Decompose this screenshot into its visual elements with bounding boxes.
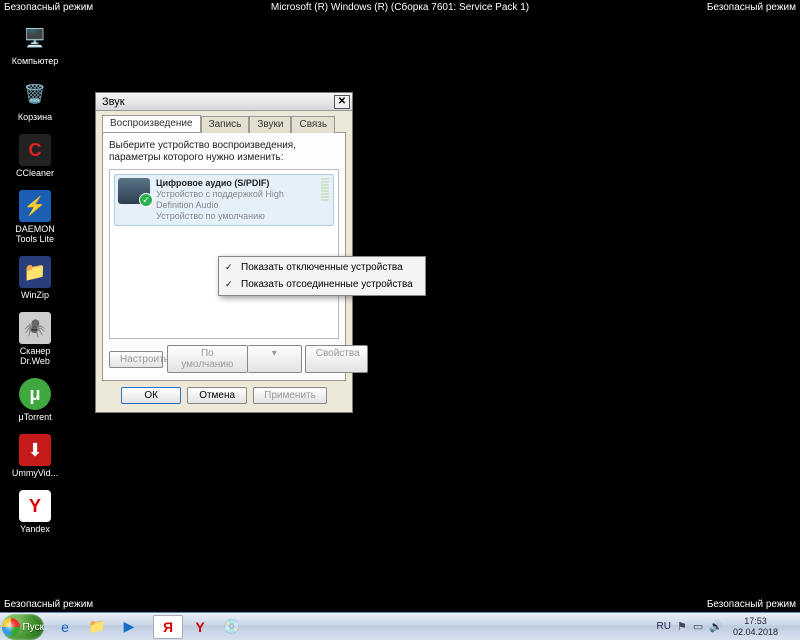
desktop-icon-computer[interactable]: 🖥️Компьютер xyxy=(5,22,65,66)
desktop-icon-ccleaner[interactable]: CCCleaner xyxy=(5,134,65,178)
desktop-icon-drweb[interactable]: 🕷️Сканер Dr.Web xyxy=(5,312,65,366)
device-item-spdif[interactable]: Цифровое аудио (S/PDIF) Устройство с под… xyxy=(114,174,334,226)
window-title: Звук xyxy=(102,96,125,108)
windows-orb-icon xyxy=(2,618,20,636)
quick-launch: e 📁 ▶ Я Y 💿 xyxy=(46,613,251,640)
apply-button: Применить xyxy=(253,387,327,404)
tab-recording[interactable]: Запись xyxy=(201,116,250,133)
start-button[interactable]: Пуск xyxy=(2,614,44,640)
desktop-icon-yandex[interactable]: YYandex xyxy=(5,490,65,534)
taskbar: Пуск e 📁 ▶ Я Y 💿 RU ⚑ ▭ 🔊 17:53 02.04.20… xyxy=(0,612,800,640)
desktop-icon-utorrent[interactable]: μμTorrent xyxy=(5,378,65,422)
tab-sounds[interactable]: Звуки xyxy=(249,116,291,133)
taskbar-explorer-icon[interactable]: 📁 xyxy=(82,615,112,639)
device-driver: Устройство с поддержкой High Definition … xyxy=(156,189,314,211)
start-label: Пуск xyxy=(23,622,44,633)
properties-button: Свойства xyxy=(305,345,368,373)
taskbar-disc-icon[interactable]: 💿 xyxy=(217,615,247,639)
ok-button[interactable]: ОК xyxy=(121,387,181,404)
configure-button: Настроить xyxy=(109,351,163,368)
tray-action-center-icon[interactable]: ▭ xyxy=(693,620,703,633)
system-tray: RU ⚑ ▭ 🔊 17:53 02.04.2018 xyxy=(653,613,800,640)
set-default-button: По умолчанию xyxy=(167,345,248,373)
instruction-text: Выберите устройство воспроизведения, пар… xyxy=(109,140,339,164)
clock-time: 17:53 xyxy=(733,616,778,627)
tab-communications[interactable]: Связь xyxy=(291,116,335,133)
device-name: Цифровое аудио (S/PDIF) xyxy=(156,178,314,189)
clock[interactable]: 17:53 02.04.2018 xyxy=(729,616,782,638)
titlebar[interactable]: Звук ✕ xyxy=(96,93,352,111)
taskbar-wmp-icon[interactable]: ▶ xyxy=(114,615,144,639)
tab-strip: Воспроизведение Запись Звуки Связь xyxy=(96,111,352,132)
desktop-icon-winzip[interactable]: 📁WinZip xyxy=(5,256,65,300)
set-default-dropdown: ▾ xyxy=(248,345,302,373)
clock-date: 02.04.2018 xyxy=(733,627,778,638)
desktop-icon-recyclebin[interactable]: 🗑️Корзина xyxy=(5,78,65,122)
language-indicator[interactable]: RU xyxy=(657,621,671,632)
context-menu: Показать отключенные устройства Показать… xyxy=(218,256,426,296)
tray-volume-icon[interactable]: 🔊 xyxy=(709,620,723,633)
device-status: Устройство по умолчанию xyxy=(156,211,314,222)
device-list[interactable]: Цифровое аудио (S/PDIF) Устройство с под… xyxy=(109,169,339,339)
safe-mode-label: Безопасный режим xyxy=(707,599,796,610)
taskbar-yandex-browser-icon[interactable]: Y xyxy=(185,615,215,639)
safe-mode-label: Безопасный режим xyxy=(4,2,93,13)
device-icon xyxy=(118,178,150,204)
build-label: Microsoft (R) Windows (R) (Сборка 7601: … xyxy=(271,2,529,13)
taskbar-yandex-icon[interactable]: Я xyxy=(153,615,183,639)
taskbar-ie-icon[interactable]: e xyxy=(50,615,80,639)
tab-playback[interactable]: Воспроизведение xyxy=(102,115,201,132)
desktop: 🖥️Компьютер 🗑️Корзина CCCleaner ⚡DAEMON … xyxy=(0,20,70,612)
safe-mode-label: Безопасный режим xyxy=(707,2,796,13)
tray-flag-icon[interactable]: ⚑ xyxy=(677,620,687,633)
desktop-icon-ummy[interactable]: ⬇UmmyVid... xyxy=(5,434,65,478)
close-button[interactable]: ✕ xyxy=(334,95,350,109)
level-meter xyxy=(320,178,330,201)
menu-show-disabled[interactable]: Показать отключенные устройства xyxy=(219,259,425,276)
sound-dialog: Звук ✕ Воспроизведение Запись Звуки Связ… xyxy=(95,92,353,413)
cancel-button[interactable]: Отмена xyxy=(187,387,247,404)
menu-show-disconnected[interactable]: Показать отсоединенные устройства xyxy=(219,276,425,293)
desktop-icon-daemontools[interactable]: ⚡DAEMON Tools Lite xyxy=(5,190,65,244)
